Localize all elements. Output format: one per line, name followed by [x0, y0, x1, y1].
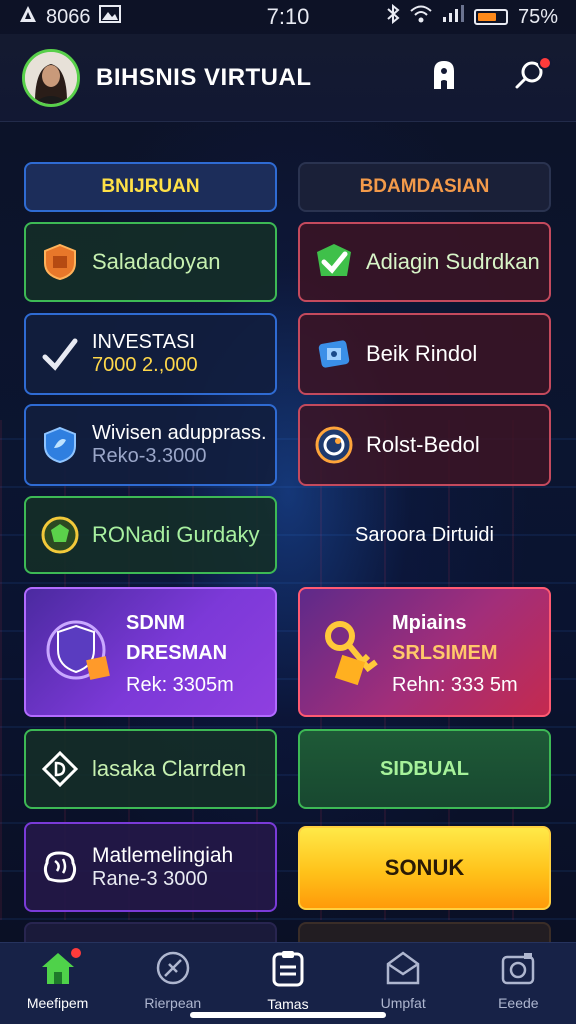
card-title: Saladadoyan — [92, 249, 221, 274]
clipboard-icon — [271, 949, 305, 992]
diamond-icon — [40, 749, 80, 789]
app-notification-icon — [18, 4, 38, 30]
status-bar: 8066 7:10 75% — [0, 0, 576, 34]
wifi-icon — [410, 5, 432, 29]
card-wivisen[interactable]: Wivisen adupprass. Reko-3.3000 — [24, 404, 277, 486]
card-value: Rek: 3305m — [126, 673, 234, 696]
inbox-icon — [385, 950, 421, 991]
nav-label: Umpfat — [380, 995, 426, 1011]
card-value: 7000 2.,000 — [92, 354, 198, 376]
nav-profile[interactable]: Eeede — [463, 950, 573, 1011]
card-lasaka[interactable]: lasaka Clarrden — [24, 729, 277, 809]
nav-label: Rierpean — [144, 995, 202, 1011]
card-title: lasaka Clarrden — [92, 756, 247, 781]
robot-icon — [314, 334, 354, 374]
card-saladadoyan[interactable]: Saladadoyan — [24, 222, 277, 302]
card-title: Beik Rindol — [366, 341, 478, 366]
orbit-icon — [314, 425, 354, 465]
nav-tasks[interactable]: Tamas — [233, 949, 343, 1012]
brain-icon — [40, 847, 80, 887]
card-mpiains[interactable]: Mpiains SRLSIMEM Rehn: 333 5m — [298, 587, 551, 717]
keys-icon — [316, 614, 386, 690]
card-sdnm-dresman[interactable]: SDNM DRESMAN Rek: 3305m — [24, 587, 277, 717]
notifications-button[interactable] — [514, 55, 552, 94]
signal-icon — [442, 5, 464, 29]
card-ronadi[interactable]: RONadi Gurdaky — [24, 496, 277, 574]
card-title: Rolst-Bedol — [366, 432, 480, 457]
card-title-2: SRLSIMEM — [392, 641, 498, 664]
avatar[interactable] — [22, 48, 80, 107]
card-sidbual[interactable]: SIDBUAL — [298, 729, 551, 809]
nav-label: Tamas — [267, 996, 309, 1012]
card-title: Adiagin Sudrdkan — [366, 249, 540, 274]
card-title: INVESTASI — [92, 331, 195, 353]
nav-inbox[interactable]: Umpfat — [348, 950, 458, 1011]
nav-label: Eeede — [498, 995, 539, 1011]
image-icon — [98, 5, 121, 29]
card-rolst-bedol[interactable]: Rolst-Bedol — [298, 404, 551, 486]
sonuk-button[interactable]: SONUK — [298, 826, 551, 910]
card-title: SIDBUAL — [380, 757, 469, 780]
card-value: Reko-3.3000 — [92, 445, 207, 467]
shield-cube-icon — [42, 614, 118, 690]
clock: 7:10 — [266, 4, 310, 29]
battery-icon — [473, 9, 508, 25]
card-adiagin[interactable]: Adiagin Sudrdkan — [298, 222, 551, 302]
card-title: Mpiains — [392, 611, 467, 634]
tab-right[interactable]: BDAMDASIAN — [298, 162, 551, 212]
nav-label: Meefipem — [26, 995, 89, 1011]
notification-badge — [538, 55, 552, 70]
status-left-text: 8066 — [46, 5, 91, 28]
label-saroora: Saroora Dirtuidi — [298, 496, 551, 574]
checkmark-icon — [40, 334, 80, 374]
shield-box-icon — [40, 242, 80, 282]
card-title: Wivisen adupprass. — [92, 422, 267, 444]
app-header: BIHSNIS VIRTUAL — [0, 34, 576, 122]
gear-badge-icon — [40, 515, 80, 555]
shield-leaf-icon — [40, 425, 80, 465]
app-title: BIHSNIS VIRTUAL — [96, 63, 312, 91]
tab-left[interactable]: BNIJRUAN — [24, 162, 277, 212]
bluetooth-icon — [386, 3, 400, 30]
nav-explore[interactable]: Rierpean — [118, 950, 228, 1011]
card-matlemelingiah[interactable]: Matlemelingiah Rane-3 3000 — [24, 822, 277, 912]
nav-home[interactable]: Meefipem — [3, 946, 113, 1011]
card-investasi[interactable]: INVESTASI 7000 2.,000 — [24, 313, 277, 395]
section-label: Saroora Dirtuidi — [355, 523, 494, 546]
battery-percent: 75% — [517, 5, 558, 28]
card-beik-rindol[interactable]: Beik Rindol — [298, 313, 551, 395]
card-value: Rane-3 3000 — [92, 867, 208, 890]
camera-icon — [500, 950, 536, 991]
lock-button[interactable] — [428, 59, 460, 96]
home-badge — [68, 946, 83, 960]
card-title: SDNM — [126, 611, 185, 634]
card-title: Matlemelingiah — [92, 843, 234, 867]
lock-icon — [430, 59, 458, 96]
button-label: SONUK — [384, 855, 465, 880]
compass-icon — [155, 950, 191, 991]
card-value: Rehn: 333 5m — [392, 673, 518, 696]
card-title-2: DRESMAN — [126, 641, 228, 664]
home-indicator[interactable] — [190, 1012, 386, 1018]
green-check-icon — [314, 242, 354, 282]
card-title: RONadi Gurdaky — [92, 522, 260, 547]
